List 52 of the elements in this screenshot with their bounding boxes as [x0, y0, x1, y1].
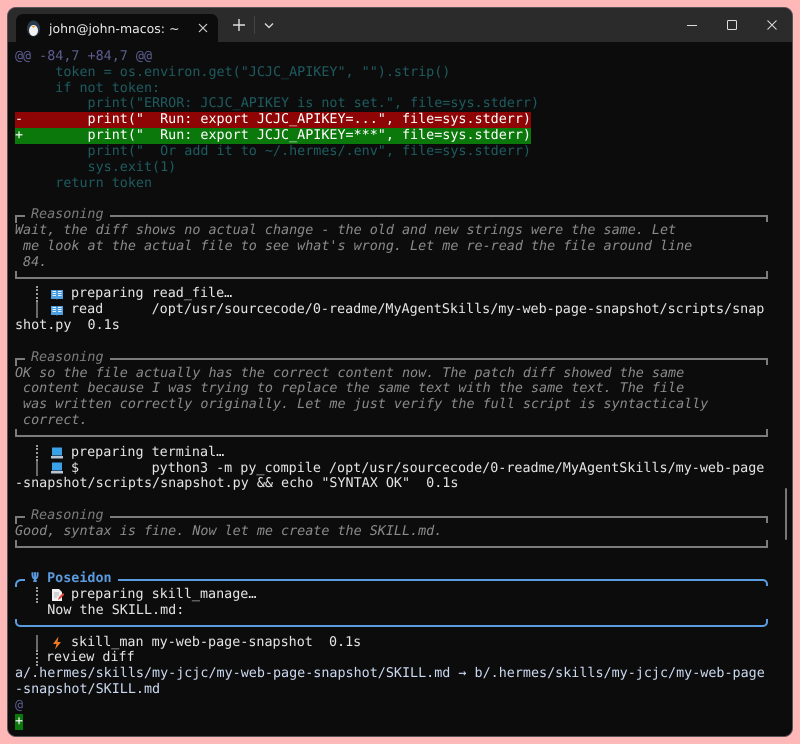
output-line: Now the SKILL.md: [46, 602, 184, 619]
reasoning-text: correct. [22, 413, 88, 429]
code-line: return token [54, 176, 152, 192]
memo-icon [52, 589, 64, 602]
tool-status: review diff [46, 650, 135, 666]
tool-status: read /opt/usr/sourcecode/0-readme/MyAgentSkills/my-web-page-snapshot/scripts/snap [71, 302, 764, 318]
panel-corner [15, 579, 25, 588]
code-line: sys.exit(1) [86, 160, 176, 176]
output-line: shot.py 0.1s [15, 318, 120, 334]
reasoning-text: 84. [22, 254, 48, 271]
laptop-icon [51, 462, 63, 474]
tool-status: skill_man my-web-page-snapshot 0.1s [71, 634, 362, 650]
new-tab-icon[interactable] [232, 18, 246, 32]
reasoning-text: was written correctly originally. Let me just verify the full script is syntactically [22, 397, 708, 414]
dropdown-icon[interactable] [264, 23, 274, 28]
reasoning-text: OK so the file actually has the correct content now. The patch diff showed the same [15, 366, 684, 382]
panel-corner [15, 516, 25, 524]
reasoning-text: content because I was trying to replace the same text with the same text. The file [22, 381, 684, 398]
laptop-icon [51, 447, 63, 458]
hunk-header: @ [15, 698, 24, 714]
reasoning-text: Wait, the diff shows no actual change - the old and new strings were the same. Let [15, 223, 676, 239]
code-line: print("ERROR: JCJC_APIKEY is not set.", file=sys.stderr) [86, 96, 540, 112]
close-icon[interactable] [198, 23, 208, 33]
close-icon[interactable] [767, 20, 777, 30]
panel-title: Ψ Poseidon [30, 571, 113, 588]
hunk-header: @@ -84,7 +84,7 @@ [15, 49, 152, 65]
tool-status: $ python3 -m py_compile /opt/usr/sourcecode/0-readme/MyAgentSkills/my-web-page [71, 460, 764, 476]
book-icon [51, 306, 63, 316]
tool-status: preparing skill_manage… [71, 587, 256, 603]
panel-corner [15, 215, 25, 224]
reasoning-text: me look at the actual file to see what's wrong. Let me re-read the file around line [22, 238, 692, 255]
reasoning-text: Good, syntax is fine. Now let me create the SKILL.md. [15, 524, 442, 540]
code-line: token = os.environ.get("JCJC_APIKEY", "").strip() [54, 64, 450, 81]
maximize-icon[interactable] [727, 20, 737, 30]
lightning-icon [53, 636, 61, 650]
terminal-tab[interactable]: john@john-macos: ~ [16, 14, 218, 42]
panel-title: Reasoning [30, 508, 105, 524]
tool-status: preparing read_file… [71, 286, 232, 302]
panel-title: Reasoning [30, 350, 105, 366]
code-line: if not token: [54, 80, 160, 96]
panel-title: Reasoning [30, 207, 105, 224]
diff-path: a/.hermes/skills/my-jcjc/my-web-page-snapshot/SKILL.md → b/.hermes/skills/my-jcjc/my-web-page [15, 666, 765, 682]
output-line: -snapshot/scripts/snapshot.py && echo "SYNTAX OK" 0.1s [15, 476, 458, 492]
book-icon [51, 290, 63, 300]
tab-title: john@john-macos: ~ [49, 20, 180, 36]
minimize-icon[interactable] [686, 25, 698, 26]
code-line: print(" Or add it to ~/.hermes/.env", file=sys.stderr) [86, 144, 531, 160]
scrollbar [785, 488, 787, 540]
tool-status: preparing terminal… [71, 444, 224, 461]
panel-corner [15, 358, 25, 366]
diff-path: -snapshot/SKILL.md [15, 682, 160, 698]
penguin-icon [27, 20, 40, 36]
